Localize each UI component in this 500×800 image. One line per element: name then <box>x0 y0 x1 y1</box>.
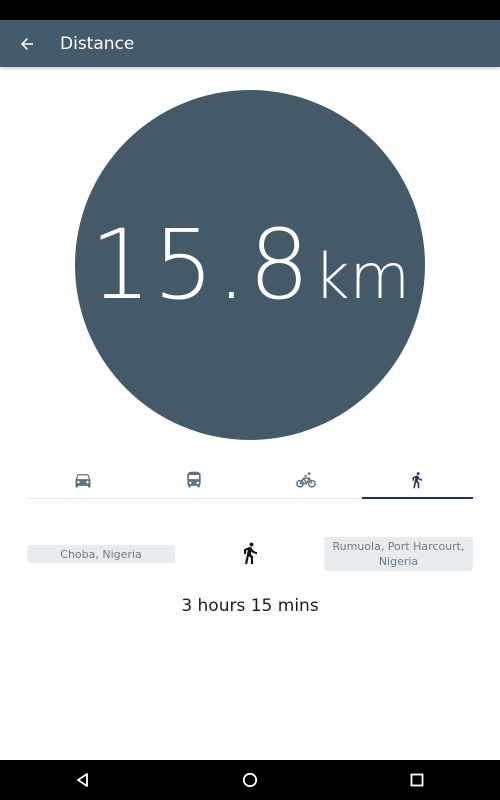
arrow-left-icon <box>21 37 33 50</box>
status-bar <box>0 0 500 20</box>
destination-location: Rumuola, Port Harcourt, Nigeria <box>324 537 473 571</box>
tab-bicycle[interactable] <box>250 462 362 498</box>
walk-icon <box>412 472 423 489</box>
nav-recents-button[interactable] <box>402 765 432 795</box>
destination-label: Rumuola, Port Harcourt, Nigeria <box>332 540 465 568</box>
distance-readout: 15.8 km <box>90 209 410 321</box>
system-nav-bar <box>0 760 500 800</box>
car-icon <box>75 474 91 488</box>
circle-home-icon <box>242 772 258 788</box>
tab-car[interactable] <box>27 462 139 498</box>
tab-bus[interactable] <box>139 462 251 498</box>
triangle-back-icon <box>77 773 89 787</box>
route-mode <box>238 540 262 566</box>
origin-location: Choba, Nigeria <box>27 545 175 563</box>
distance-circle: 15.8 km <box>75 90 425 440</box>
travel-duration: 3 hours 15 mins <box>181 596 319 616</box>
square-recents-icon <box>410 773 424 787</box>
back-button[interactable] <box>16 33 38 55</box>
nav-home-button[interactable] <box>235 765 265 795</box>
tab-walk[interactable] <box>361 462 474 499</box>
origin-label: Choba, Nigeria <box>60 547 142 561</box>
page-title: Distance <box>60 33 135 54</box>
travel-mode-tabs <box>27 462 473 499</box>
nav-back-button[interactable] <box>68 765 98 795</box>
bicycle-icon <box>295 472 316 488</box>
walk-icon <box>244 542 257 564</box>
bus-icon <box>187 471 201 488</box>
distance-unit: km <box>313 240 411 313</box>
distance-value: 15.8 <box>89 209 312 321</box>
app-bar: Distance <box>0 20 500 67</box>
